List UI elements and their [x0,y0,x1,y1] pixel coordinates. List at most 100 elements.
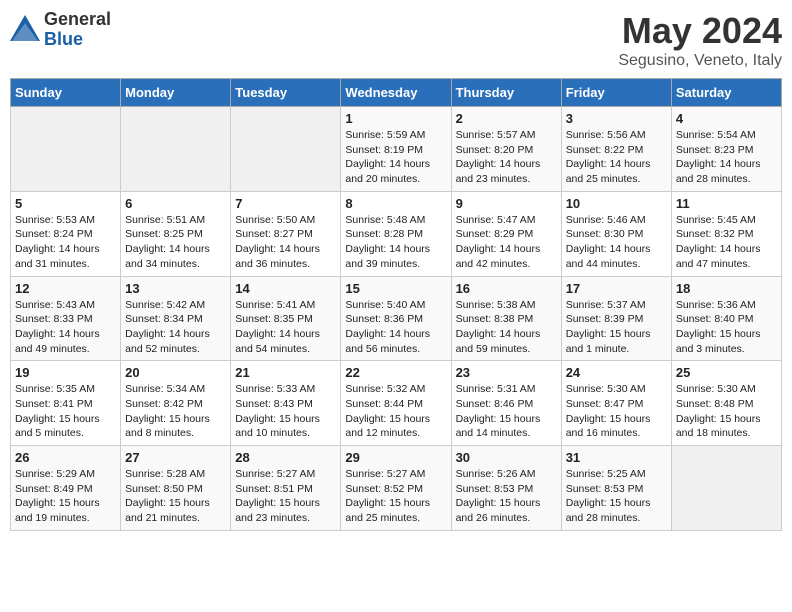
calendar-cell: 23 Sunrise: 5:31 AMSunset: 8:46 PMDayligh… [451,361,561,446]
day-number: 10 [566,196,667,211]
calendar-cell: 5Sunrise: 5:53 AMSunset: 8:24 PMDaylight… [11,191,121,276]
day-info: Sunrise: 5:46 AMSunset: 8:30 PMDaylight:… [566,213,667,272]
calendar-cell: 7 Sunrise: 5:50 AMSunset: 8:27 PMDaylight… [231,191,341,276]
calendar-cell: 26Sunrise: 5:29 AMSunset: 8:49 PMDayligh… [11,446,121,531]
day-number: 30 [456,450,557,465]
calendar-header-row: SundayMondayTuesdayWednesdayThursdayFrid… [11,79,782,107]
calendar-cell: 25Sunrise: 5:30 AMSunset: 8:48 PMDayligh… [671,361,781,446]
logo-text: General Blue [44,10,111,50]
day-number: 21 [235,365,336,380]
day-info: Sunrise: 5:48 AMSunset: 8:28 PMDaylight:… [345,213,446,272]
day-info: Sunrise: 5:30 AMSunset: 8:48 PMDaylight:… [676,382,777,441]
calendar-cell: 22 Sunrise: 5:32 AMSunset: 8:44 PMDayligh… [341,361,451,446]
day-info: Sunrise: 5:57 AMSunset: 8:20 PMDaylight:… [456,128,557,187]
day-number: 16 [456,281,557,296]
day-number: 2 [456,111,557,126]
day-info: Sunrise: 5:27 AMSunset: 8:52 PMDaylight:… [345,467,446,526]
day-number: 4 [676,111,777,126]
day-number: 1 [345,111,446,126]
day-header-friday: Friday [561,79,671,107]
calendar-table: SundayMondayTuesdayWednesdayThursdayFrid… [10,78,782,531]
calendar-week-row: 19 Sunrise: 5:35 AMSunset: 8:41 PMDayligh… [11,361,782,446]
day-number: 24 [566,365,667,380]
day-number: 27 [125,450,226,465]
day-info: Sunrise: 5:37 AMSunset: 8:39 PMDaylight:… [566,298,667,357]
page-container: General Blue May 2024 Segusino, Veneto, … [10,10,782,531]
day-number: 28 [235,450,336,465]
calendar-cell [671,446,781,531]
day-number: 26 [15,450,116,465]
day-info: Sunrise: 5:40 AMSunset: 8:36 PMDaylight:… [345,298,446,357]
calendar-cell: 21Sunrise: 5:33 AMSunset: 8:43 PMDayligh… [231,361,341,446]
calendar-cell: 30 Sunrise: 5:26 AMSunset: 8:53 PMDayligh… [451,446,561,531]
calendar-cell: 17 Sunrise: 5:37 AMSunset: 8:39 PMDayligh… [561,276,671,361]
calendar-cell: 10 Sunrise: 5:46 AMSunset: 8:30 PMDayligh… [561,191,671,276]
day-info: Sunrise: 5:35 AMSunset: 8:41 PMDaylight:… [15,382,116,441]
month-title: May 2024 [618,10,782,52]
day-number: 14 [235,281,336,296]
title-area: May 2024 Segusino, Veneto, Italy [618,10,782,70]
day-number: 15 [345,281,446,296]
day-header-monday: Monday [121,79,231,107]
location-subtitle: Segusino, Veneto, Italy [618,52,782,70]
day-info: Sunrise: 5:27 AMSunset: 8:51 PMDaylight:… [235,467,336,526]
day-header-wednesday: Wednesday [341,79,451,107]
day-header-sunday: Sunday [11,79,121,107]
calendar-cell: 31 Sunrise: 5:25 AMSunset: 8:53 PMDayligh… [561,446,671,531]
calendar-cell: 8Sunrise: 5:48 AMSunset: 8:28 PMDaylight… [341,191,451,276]
calendar-week-row: 1Sunrise: 5:59 AMSunset: 8:19 PMDaylight… [11,107,782,192]
day-number: 29 [345,450,446,465]
calendar-cell: 18Sunrise: 5:36 AMSunset: 8:40 PMDayligh… [671,276,781,361]
calendar-cell: 14Sunrise: 5:41 AMSunset: 8:35 PMDayligh… [231,276,341,361]
calendar-cell: 2 Sunrise: 5:57 AMSunset: 8:20 PMDaylight… [451,107,561,192]
day-number: 23 [456,365,557,380]
day-header-thursday: Thursday [451,79,561,107]
day-number: 12 [15,281,116,296]
calendar-cell: 12 Sunrise: 5:43 AMSunset: 8:33 PMDayligh… [11,276,121,361]
day-number: 18 [676,281,777,296]
logo-blue-text: Blue [44,30,111,50]
calendar-cell: 19 Sunrise: 5:35 AMSunset: 8:41 PMDayligh… [11,361,121,446]
day-number: 3 [566,111,667,126]
calendar-cell [121,107,231,192]
day-info: Sunrise: 5:42 AMSunset: 8:34 PMDaylight:… [125,298,226,357]
calendar-cell: 28 Sunrise: 5:27 AMSunset: 8:51 PMDayligh… [231,446,341,531]
calendar-cell: 15 Sunrise: 5:40 AMSunset: 8:36 PMDayligh… [341,276,451,361]
day-info: Sunrise: 5:28 AMSunset: 8:50 PMDaylight:… [125,467,226,526]
calendar-cell: 16 Sunrise: 5:38 AMSunset: 8:38 PMDayligh… [451,276,561,361]
calendar-cell: 3 Sunrise: 5:56 AMSunset: 8:22 PMDaylight… [561,107,671,192]
day-number: 19 [15,365,116,380]
day-number: 31 [566,450,667,465]
calendar-cell: 1Sunrise: 5:59 AMSunset: 8:19 PMDaylight… [341,107,451,192]
calendar-week-row: 26Sunrise: 5:29 AMSunset: 8:49 PMDayligh… [11,446,782,531]
calendar-cell: 4Sunrise: 5:54 AMSunset: 8:23 PMDaylight… [671,107,781,192]
calendar-cell: 29 Sunrise: 5:27 AMSunset: 8:52 PMDayligh… [341,446,451,531]
day-info: Sunrise: 5:32 AMSunset: 8:44 PMDaylight:… [345,382,446,441]
calendar-cell: 9 Sunrise: 5:47 AMSunset: 8:29 PMDaylight… [451,191,561,276]
day-number: 17 [566,281,667,296]
day-info: Sunrise: 5:31 AMSunset: 8:46 PMDaylight:… [456,382,557,441]
day-info: Sunrise: 5:26 AMSunset: 8:53 PMDaylight:… [456,467,557,526]
day-number: 7 [235,196,336,211]
day-info: Sunrise: 5:38 AMSunset: 8:38 PMDaylight:… [456,298,557,357]
day-info: Sunrise: 5:56 AMSunset: 8:22 PMDaylight:… [566,128,667,187]
calendar-cell: 27 Sunrise: 5:28 AMSunset: 8:50 PMDayligh… [121,446,231,531]
day-info: Sunrise: 5:30 AMSunset: 8:47 PMDaylight:… [566,382,667,441]
day-info: Sunrise: 5:25 AMSunset: 8:53 PMDaylight:… [566,467,667,526]
day-number: 6 [125,196,226,211]
day-number: 9 [456,196,557,211]
day-info: Sunrise: 5:34 AMSunset: 8:42 PMDaylight:… [125,382,226,441]
logo-general-text: General [44,10,111,30]
day-number: 11 [676,196,777,211]
header: General Blue May 2024 Segusino, Veneto, … [10,10,782,70]
calendar-cell: 24 Sunrise: 5:30 AMSunset: 8:47 PMDayligh… [561,361,671,446]
calendar-cell: 11Sunrise: 5:45 AMSunset: 8:32 PMDayligh… [671,191,781,276]
day-number: 5 [15,196,116,211]
calendar-cell [11,107,121,192]
calendar-week-row: 12 Sunrise: 5:43 AMSunset: 8:33 PMDayligh… [11,276,782,361]
calendar-cell: 6Sunrise: 5:51 AMSunset: 8:25 PMDaylight… [121,191,231,276]
day-number: 22 [345,365,446,380]
day-info: Sunrise: 5:47 AMSunset: 8:29 PMDaylight:… [456,213,557,272]
day-info: Sunrise: 5:43 AMSunset: 8:33 PMDaylight:… [15,298,116,357]
day-info: Sunrise: 5:50 AMSunset: 8:27 PMDaylight:… [235,213,336,272]
